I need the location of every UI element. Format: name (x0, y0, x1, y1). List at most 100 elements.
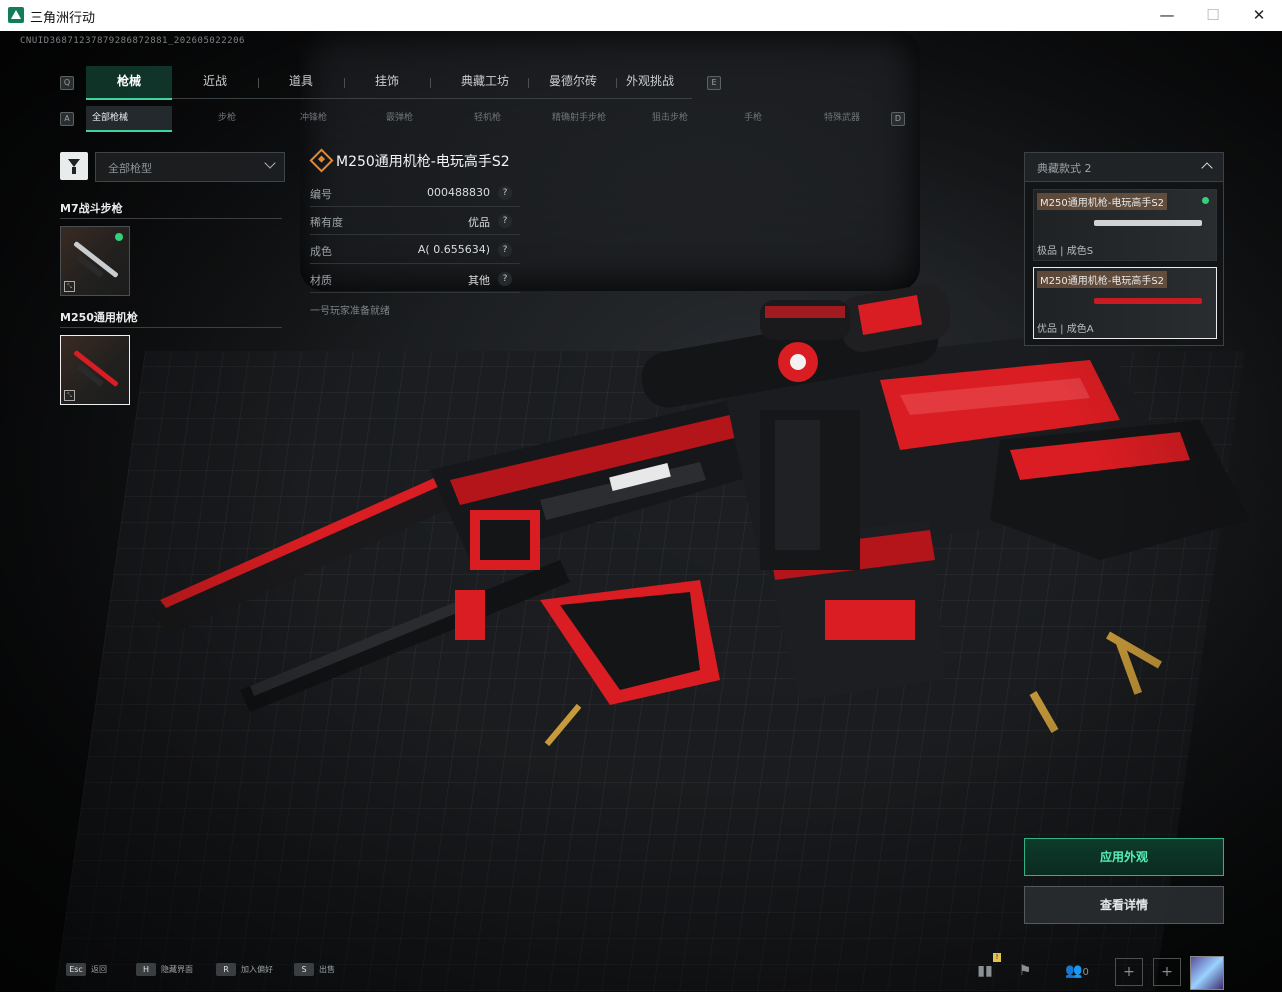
weapon-thumbnail-m7[interactable]: ⤡ (60, 226, 130, 296)
hint-hide-ui[interactable]: H 隐藏界面 (136, 962, 193, 978)
hint-label: 出售 (319, 965, 335, 974)
tab-collection-workshop[interactable]: 典藏工坊 (442, 66, 528, 98)
subtab-smg[interactable]: 冲锋枪 (300, 106, 327, 130)
key-h: H (136, 963, 156, 976)
info-row-serial: 编号 000488830 ? (310, 180, 520, 207)
info-row-rarity: 稀有度 优品 ? (310, 208, 520, 235)
key-hint-e: E (707, 76, 721, 90)
window-titlebar: 三角洲行动 — ☐ ✕ (0, 0, 1282, 32)
group-title-m7: M7战斗步枪 (60, 202, 123, 215)
info-label: 成色 (310, 245, 332, 258)
player-uid: CNUID36871237879286872881_202605022206 (20, 36, 245, 46)
add-slot-button[interactable]: + (1153, 958, 1181, 986)
info-label: 编号 (310, 188, 332, 201)
collection-dropdown[interactable]: 典藏款式 2 (1024, 152, 1224, 182)
skin-card-name: M250通用机枪-电玩高手S2 (1037, 271, 1168, 288)
skin-card[interactable]: M250通用机枪-电玩高手S2 极品 | 成色S (1033, 189, 1217, 261)
tab-separator (344, 78, 345, 88)
avatar[interactable] (1190, 956, 1224, 990)
divider (60, 218, 282, 219)
skin-card-grade: 极品 | 成色S (1037, 246, 1094, 257)
help-icon[interactable]: ? (498, 214, 512, 228)
subtab-lmg[interactable]: 轻机枪 (474, 106, 501, 130)
key-r: R (216, 963, 236, 976)
key-hint-d: D (891, 112, 905, 126)
friends-icon[interactable]: 👥0 (1060, 958, 1094, 984)
skin-description: 一号玩家准备就绪 (310, 306, 390, 317)
tab-separator (258, 78, 259, 88)
filter-button[interactable] (60, 152, 88, 180)
chevron-down-icon (264, 157, 276, 169)
info-label: 材质 (310, 274, 332, 287)
tab-separator (616, 78, 617, 88)
subtab-all-weapons[interactable]: 全部枪械 (86, 106, 172, 132)
apply-appearance-button[interactable]: 应用外观 (1024, 838, 1224, 876)
info-value: A( 0.655634) (417, 243, 490, 256)
tab-items[interactable]: 道具 (270, 66, 332, 98)
collection-list: M250通用机枪-电玩高手S2 极品 | 成色S M250通用机枪-电玩高手S2… (1024, 181, 1224, 346)
tab-appearance-challenge[interactable]: 外观挑战 (618, 66, 682, 98)
help-icon[interactable]: ? (498, 272, 512, 286)
key-hint-a: A (60, 112, 74, 126)
tab-separator (430, 78, 431, 88)
group-title-m250: M250通用机枪 (60, 311, 138, 324)
key-s: S (294, 963, 314, 976)
key-hint-q: Q (60, 76, 74, 90)
help-icon[interactable]: ? (498, 186, 512, 200)
hint-sell[interactable]: S 出售 (294, 962, 335, 978)
tab-charms[interactable]: 挂饰 (356, 66, 418, 98)
notification-badge: ! (993, 953, 1001, 962)
hint-back[interactable]: Esc 返回 (66, 962, 107, 978)
help-icon[interactable]: ? (498, 243, 512, 257)
tab-weapons[interactable]: 枪械 (86, 66, 172, 100)
hint-label: 返回 (91, 965, 107, 974)
key-esc: Esc (66, 963, 86, 976)
info-row-material: 材质 其他 ? (310, 266, 520, 293)
tab-mandel-brick[interactable]: 曼德尔砖 (530, 66, 616, 98)
hint-label: 隐藏界面 (161, 965, 193, 974)
view-details-button[interactable]: 查看详情 (1024, 886, 1224, 924)
gun-image (1094, 220, 1202, 226)
filter-icon (68, 159, 80, 174)
hint-label: 加入偏好 (241, 965, 273, 974)
tab-melee[interactable]: 近战 (184, 66, 246, 98)
skin-card[interactable]: M250通用机枪-电玩高手S2 优品 | 成色A (1033, 267, 1217, 339)
friends-count: 0 (1082, 967, 1089, 978)
subtab-pistol[interactable]: 手枪 (744, 106, 762, 130)
subtab-sniper[interactable]: 狙击步枪 (652, 106, 688, 130)
flag-icon[interactable]: ⚑ (1012, 958, 1038, 984)
skin-title: M250通用机枪-电玩高手S2 (336, 154, 510, 170)
info-row-condition: 成色 A( 0.655634) ? (310, 237, 520, 264)
preview-icon: ⤡ (64, 390, 75, 401)
equipped-indicator (115, 233, 123, 241)
info-value: 000488830 (427, 186, 490, 199)
subtab-shotgun[interactable]: 霰弹枪 (386, 106, 413, 130)
subtab-rifles[interactable]: 步枪 (218, 106, 236, 130)
subtab-dmr[interactable]: 精确射手步枪 (552, 106, 606, 130)
tab-separator (528, 78, 529, 88)
info-label: 稀有度 (310, 216, 343, 229)
app-logo-icon (8, 7, 24, 23)
maximize-button[interactable]: ☐ (1190, 0, 1236, 31)
collection-label: 典藏款式 2 (1037, 162, 1092, 175)
window-title: 三角洲行动 (30, 11, 96, 26)
skin-card-name: M250通用机枪-电玩高手S2 (1037, 193, 1168, 210)
info-value: 优品 (468, 216, 490, 229)
chevron-up-icon (1201, 162, 1213, 174)
subtab-special[interactable]: 特殊武器 (824, 106, 860, 130)
weapon-type-dropdown[interactable]: 全部枪型 (95, 152, 285, 182)
minimize-button[interactable]: — (1144, 0, 1190, 31)
weapon-category-tabs: 全部枪械 步枪 冲锋枪 霰弹枪 轻机枪 精确射手步枪 狙击步枪 手枪 特殊武器 (86, 106, 886, 132)
gun-image (1094, 298, 1202, 304)
equipped-indicator (1202, 197, 1209, 204)
weapon-thumbnail-m250[interactable]: ⤡ (60, 335, 130, 405)
skin-card-grade: 优品 | 成色A (1037, 324, 1094, 335)
info-value: 其他 (468, 274, 490, 287)
close-button[interactable]: ✕ (1236, 0, 1282, 31)
divider (60, 327, 282, 328)
preview-icon: ⤡ (64, 281, 75, 292)
hint-favorite[interactable]: R 加入偏好 (216, 962, 273, 978)
add-slot-button[interactable]: + (1115, 958, 1143, 986)
dropdown-value: 全部枪型 (108, 162, 152, 175)
main-tabs: 枪械 近战 道具 挂饰 典藏工坊 曼德尔砖 外观挑战 (86, 66, 692, 100)
